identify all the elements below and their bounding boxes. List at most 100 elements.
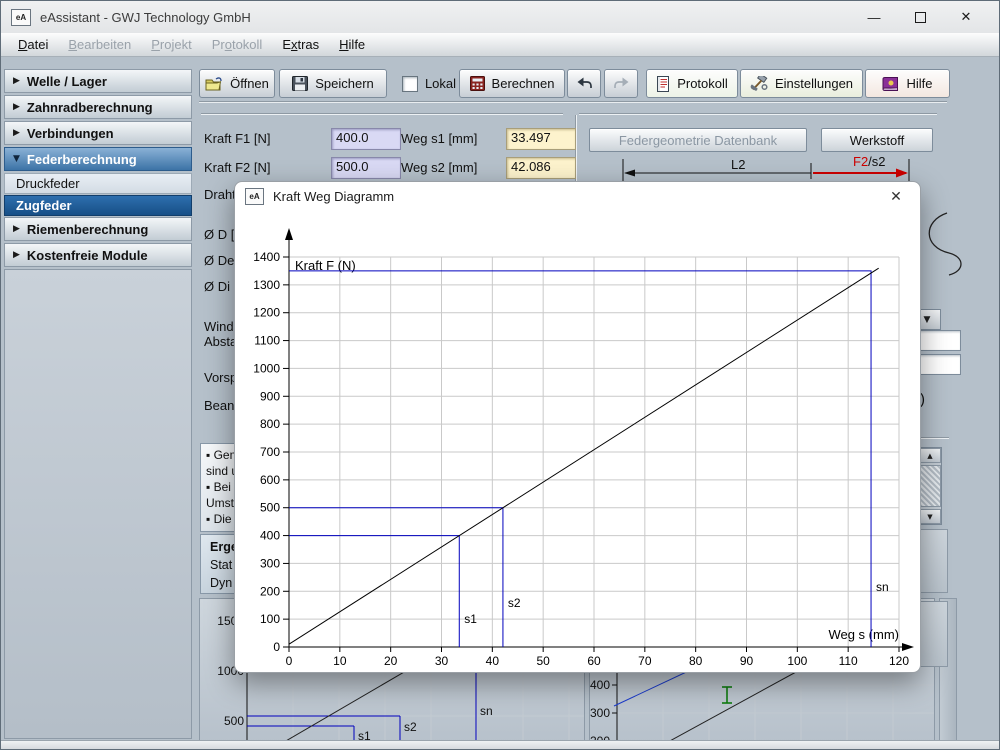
toolbar-button-protokoll[interactable]: Protokoll bbox=[646, 69, 738, 98]
sidebar-item-label: Federberechnung bbox=[26, 151, 137, 167]
toolbar-button-redo-icon[interactable] bbox=[604, 69, 638, 98]
toolbar-button-berechnen[interactable]: Berechnen bbox=[459, 69, 565, 98]
svg-text:50: 50 bbox=[536, 654, 550, 668]
sidebar-item-riemenberechnung[interactable]: ▶ Riemenberechnung bbox=[4, 217, 192, 241]
force-input[interactable]: 500.0 bbox=[331, 157, 401, 179]
scrollbar-thumb[interactable] bbox=[919, 465, 941, 507]
menu-item-datei[interactable]: Datei bbox=[9, 35, 57, 54]
sidebar-item-label: Zugfeder bbox=[16, 198, 72, 213]
svg-text:1300: 1300 bbox=[253, 278, 280, 292]
svg-text:1400: 1400 bbox=[253, 250, 280, 264]
dialog-title-bar: eA Kraft Weg Diagramm ✕ bbox=[235, 182, 920, 210]
scroll-up-button[interactable]: ▲ bbox=[919, 448, 941, 463]
svg-text:600: 600 bbox=[260, 473, 280, 487]
maximize-button[interactable] bbox=[897, 2, 943, 32]
menu-item-hilfe[interactable]: Hilfe bbox=[330, 35, 374, 54]
vertical-scrollbar[interactable]: ▲ ▼ bbox=[918, 447, 942, 525]
toolbar-button-undo-icon[interactable] bbox=[567, 69, 601, 98]
menu-item-extras[interactable]: Extras bbox=[273, 35, 328, 54]
toolbar-button-label: Einstellungen bbox=[774, 76, 854, 91]
sidebar-item-druckfeder[interactable]: Druckfeder bbox=[4, 173, 192, 194]
chevron-right-icon: ▶ bbox=[13, 250, 20, 260]
svg-text:sn: sn bbox=[480, 704, 493, 718]
menu-item-bearbeiten[interactable]: Bearbeiten bbox=[59, 35, 140, 54]
svg-text:1200: 1200 bbox=[253, 306, 280, 320]
chevron-right-icon: ▶ bbox=[13, 76, 20, 86]
dialog-close-button[interactable]: ✕ bbox=[882, 185, 910, 207]
svg-text:400: 400 bbox=[590, 678, 610, 692]
toolbar-separator bbox=[199, 101, 947, 103]
open-folder-icon bbox=[205, 76, 223, 91]
l2-arrowhead bbox=[624, 169, 635, 177]
svg-text:Weg s (mm): Weg s (mm) bbox=[828, 627, 899, 642]
svg-text:60: 60 bbox=[587, 654, 601, 668]
way-label: Weg s2 [mm] bbox=[401, 160, 478, 175]
svg-text:110: 110 bbox=[839, 654, 858, 668]
toolbar-checkbox-lokal[interactable]: Lokal bbox=[401, 69, 457, 98]
svg-text:400: 400 bbox=[260, 529, 280, 543]
svg-text:80: 80 bbox=[689, 654, 703, 668]
protocol-doc-icon bbox=[656, 75, 670, 92]
sidebar-item-zahnradberechnung[interactable]: ▶ Zahnradberechnung bbox=[4, 95, 192, 119]
help-book-icon bbox=[882, 76, 899, 91]
force-input[interactable]: 400.0 bbox=[331, 128, 401, 150]
svg-text:800: 800 bbox=[260, 417, 280, 431]
app-icon: eA bbox=[11, 8, 31, 26]
svg-text:500: 500 bbox=[260, 501, 280, 515]
toolbar-button-label: Speichern bbox=[315, 76, 374, 91]
field-label-fragment: Draht bbox=[204, 187, 236, 202]
sidebar-item-label: Druckfeder bbox=[16, 176, 80, 191]
toolbar-button-einstellungen[interactable]: Einstellungen bbox=[740, 69, 863, 98]
toolbar-button-öffnen[interactable]: Öffnen bbox=[199, 69, 275, 98]
svg-text:F2/s2: F2/s2 bbox=[853, 154, 886, 169]
svg-text:1000: 1000 bbox=[253, 361, 280, 375]
text-cursor-icon bbox=[722, 686, 732, 704]
way-output: 42.086 bbox=[506, 157, 576, 179]
chevron-down-icon: ▼ bbox=[13, 154, 20, 164]
toolbar-button-label: Berechnen bbox=[491, 76, 555, 91]
toolbar-button-hilfe[interactable]: Hilfe bbox=[865, 69, 950, 98]
svg-text:900: 900 bbox=[260, 389, 280, 403]
sidebar-item-label: Zahnradberechnung bbox=[26, 99, 153, 115]
svg-text:120: 120 bbox=[889, 654, 909, 668]
window-title: eAssistant - GWJ Technology GmbH bbox=[40, 9, 251, 25]
sidebar-empty-panel bbox=[4, 269, 192, 739]
svg-text:70: 70 bbox=[638, 654, 652, 668]
sidebar: ▶ Welle / Lager ▶ Zahnradberechnung ▶ Verbind… bbox=[4, 69, 192, 739]
toolbar-button-speichern[interactable]: Speichern bbox=[279, 69, 387, 98]
chevron-right-icon: ▶ bbox=[13, 128, 20, 138]
sidebar-item-label: Welle / Lager bbox=[26, 73, 107, 89]
svg-text:300: 300 bbox=[590, 706, 610, 720]
close-button[interactable]: ✕ bbox=[943, 2, 989, 32]
svg-text:500: 500 bbox=[224, 714, 244, 728]
sidebar-item-verbindungen[interactable]: ▶ Verbindungen bbox=[4, 121, 192, 145]
menu-item-projekt[interactable]: Projekt bbox=[142, 35, 200, 54]
menu-item-protokoll[interactable]: Protokoll bbox=[203, 35, 272, 54]
dialog-kraft-weg-diagramm: eA Kraft Weg Diagramm ✕ 0 10 20 30 40 50 60 70 8… bbox=[234, 181, 921, 673]
form-group-border bbox=[201, 113, 563, 115]
svg-text:s1: s1 bbox=[464, 612, 477, 626]
spring-dimension-drawing: L2 F2/s2 bbox=[622, 154, 910, 181]
chevron-right-icon: ▶ bbox=[13, 224, 20, 234]
redo-icon bbox=[613, 77, 630, 90]
sidebar-item-federberechnung[interactable]: ▼ Federberechnung bbox=[4, 147, 192, 171]
scroll-down-button[interactable]: ▼ bbox=[919, 509, 941, 524]
way-label: Weg s1 [mm] bbox=[401, 131, 478, 146]
undo-icon bbox=[576, 77, 593, 90]
svg-text:0: 0 bbox=[286, 654, 293, 668]
s2-label: /s2 bbox=[868, 154, 885, 169]
save-floppy-icon bbox=[292, 76, 309, 91]
window-controls: — ✕ bbox=[851, 2, 989, 32]
svg-text:100: 100 bbox=[260, 612, 280, 626]
toolbar-button-label: Protokoll bbox=[677, 76, 728, 91]
sidebar-item-label: Riemenberechnung bbox=[26, 221, 149, 237]
checkbox-icon[interactable] bbox=[401, 75, 418, 92]
minimize-button[interactable]: — bbox=[851, 2, 897, 32]
way-output: 33.497 bbox=[506, 128, 576, 150]
sidebar-item-zugfeder[interactable]: Zugfeder bbox=[4, 195, 192, 216]
svg-text:0: 0 bbox=[273, 640, 280, 654]
svg-text:30: 30 bbox=[435, 654, 449, 668]
drawing-group-border bbox=[579, 113, 937, 115]
sidebar-item-kostenfreie-module[interactable]: ▶ Kostenfreie Module bbox=[4, 243, 192, 267]
sidebar-item-welle-lager[interactable]: ▶ Welle / Lager bbox=[4, 69, 192, 93]
